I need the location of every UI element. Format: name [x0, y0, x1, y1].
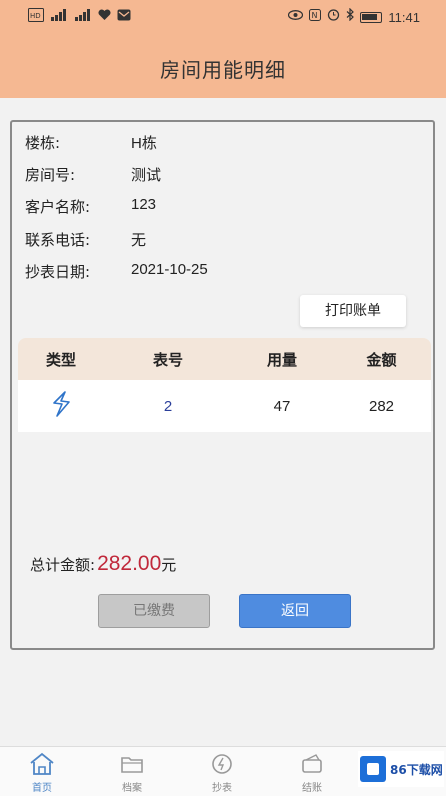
- detail-card: 楼栋: H栋 房间号: 测试 客户名称: 123 联系电话: 无 抄表日期: 2…: [10, 120, 435, 650]
- bluetooth-icon: [346, 7, 355, 26]
- nav-label-archive: 档案: [122, 783, 142, 794]
- battery-icon: [360, 11, 383, 23]
- total-unit: 元: [161, 556, 177, 574]
- building-value: H栋: [131, 135, 157, 152]
- nav-item-checkout[interactable]: 结账: [282, 751, 342, 794]
- total-amount: 总计金额: 282.00 元: [30, 552, 176, 576]
- paid-button[interactable]: 已缴费: [98, 594, 210, 628]
- usage-cell: 47: [273, 397, 291, 415]
- phone-value: 无: [131, 232, 147, 249]
- page-title: 房间用能明细: [160, 58, 286, 82]
- total-label: 总计金额:: [30, 556, 96, 574]
- alarm-icon: [327, 8, 340, 26]
- building-label: 楼栋:: [25, 134, 61, 152]
- nav-item-archive[interactable]: 档案: [102, 751, 162, 794]
- status-bar-right: N 11:41: [288, 7, 420, 26]
- electricity-icon: [49, 391, 73, 421]
- folder-icon: [118, 751, 146, 777]
- eye-icon: [288, 9, 304, 25]
- phone-label: 联系电话:: [25, 231, 91, 249]
- watermark: 86下载网: [358, 751, 444, 787]
- customer-label: 客户名称:: [25, 198, 91, 216]
- usage-table: 类型 表号 用量 金额 2 47 282: [18, 338, 431, 432]
- date-value: 2021-10-25: [131, 261, 208, 278]
- nfc-icon: N: [309, 8, 322, 26]
- svg-text:N: N: [312, 11, 318, 20]
- room-label: 房间号:: [25, 166, 76, 184]
- top-bar: HD N 11:41 房间用能明细: [0, 0, 446, 98]
- signal-icon: [50, 9, 68, 26]
- checkout-icon: [298, 751, 326, 777]
- date-label: 抄表日期:: [25, 263, 91, 281]
- watermark-logo-icon: [360, 756, 386, 782]
- status-bar: HD N 11:41: [0, 0, 446, 34]
- total-value: 282.00: [97, 552, 162, 575]
- column-header: 表号: [152, 350, 183, 369]
- type-cell: [18, 391, 104, 421]
- nav-item-meter-reading[interactable]: 抄表: [192, 751, 252, 794]
- status-bar-left: HD: [28, 8, 131, 27]
- status-time: 11:41: [388, 9, 420, 25]
- column-header: 金额: [366, 350, 397, 369]
- column-header: 类型: [45, 350, 76, 369]
- nav-item-home[interactable]: 首页: [12, 751, 72, 794]
- customer-value: 123: [131, 196, 157, 213]
- column-header: 用量: [266, 350, 297, 369]
- back-button[interactable]: 返回: [239, 594, 351, 628]
- meter-cell: 2: [163, 397, 173, 415]
- watermark-text: 86下载网: [390, 762, 443, 777]
- nav-label-meter-reading: 抄表: [212, 783, 232, 794]
- table-header: 类型 表号 用量 金额: [18, 338, 431, 380]
- home-icon: [28, 751, 56, 777]
- nav-label-home: 首页: [32, 783, 52, 794]
- mail-icon: [117, 9, 131, 26]
- heart-icon: [98, 9, 111, 26]
- svg-text:HD: HD: [30, 12, 41, 20]
- nav-label-checkout: 结账: [302, 783, 322, 794]
- print-bill-button[interactable]: 打印账单: [300, 295, 406, 327]
- room-value: 测试: [131, 167, 162, 184]
- table-row[interactable]: 2 47 282: [18, 380, 431, 432]
- meter-reading-icon: [208, 751, 236, 777]
- hd-icon: HD: [28, 8, 44, 27]
- signal-icon: [74, 9, 92, 26]
- amount-cell: 282: [368, 397, 395, 415]
